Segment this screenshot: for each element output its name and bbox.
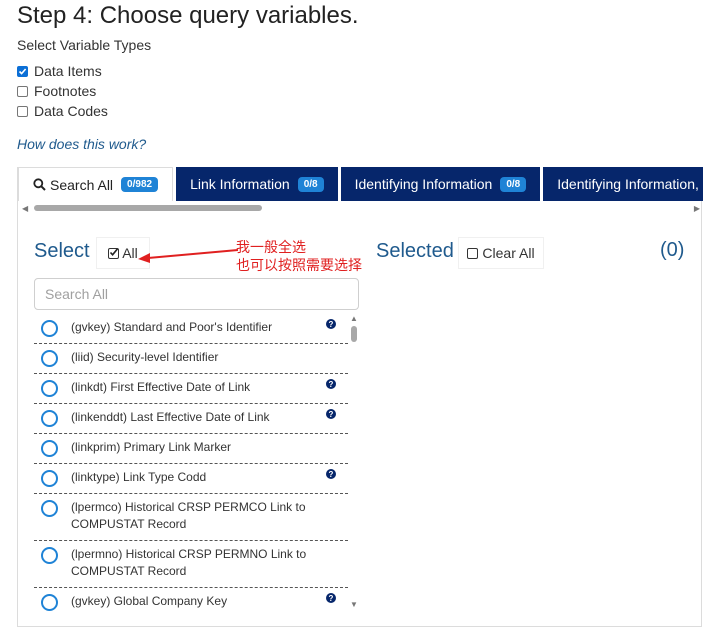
list-item[interactable]: (lpermco) Historical CRSP PERMCO Link to… [34,494,348,541]
clear-all-label: Clear All [482,245,535,261]
tab-identifying-information-badge: 0/8 [500,176,527,192]
data-items-label: Data Items [34,63,102,79]
selected-heading: Selected [376,240,454,262]
tab-search-all-badge: 0/982 [121,177,159,192]
variable-label: (gvkey) Global Company Key [71,594,228,608]
variable-search-input[interactable] [34,278,359,310]
page-title: Step 4: Choose query variables. [17,2,359,29]
tab-link-information[interactable]: Link Information 0/8 [176,167,338,201]
footnotes-label: Footnotes [34,83,97,99]
tab-search-all-label: Search All [50,176,114,193]
scroll-right-icon[interactable]: ▶ [694,204,700,213]
tab-link-information-badge: 0/8 [297,176,324,192]
tab-search-all[interactable]: Search All 0/982 [18,167,174,201]
data-codes-label: Data Codes [34,103,108,119]
list-item[interactable]: (gvkey) Standard and Poor's Identifier ? [34,314,348,344]
check-icon [18,67,27,75]
radio-button[interactable] [41,380,58,397]
tab-link-information-label: Link Information [190,176,290,192]
how-does-this-work-link[interactable]: How does this work? [17,136,146,152]
scroll-down-icon[interactable]: ▼ [350,600,358,609]
variable-type-footnotes[interactable]: Footnotes [17,83,96,99]
vertical-scroll-thumb[interactable] [351,326,357,342]
variable-list: (gvkey) Standard and Poor's Identifier ?… [34,314,348,614]
select-heading: Select [34,240,90,262]
radio-button[interactable] [41,410,58,427]
footnotes-checkbox[interactable] [17,85,28,97]
data-codes-checkbox[interactable] [17,105,28,117]
radio-button[interactable] [41,350,58,367]
tab-strip: Search All 0/982 Link Information 0/8 Id… [18,167,703,203]
tab-identifying-information-label: Identifying Information [354,176,493,192]
checkbox-icon [108,247,120,259]
list-item[interactable]: (lpermno) Historical CRSP PERMNO Link to… [34,541,348,588]
horizontal-scroll-thumb[interactable] [34,205,262,211]
scroll-up-icon[interactable]: ▲ [350,314,358,323]
variable-tabs-panel: Search All 0/982 Link Information 0/8 Id… [17,167,703,627]
help-icon[interactable]: ? [326,593,336,603]
variable-label: (linktype) Link Type Codd [71,470,207,484]
selected-count: (0) [660,239,685,261]
tab-identifying-information[interactable]: Identifying Information 0/8 [340,167,541,201]
annotation-note: 我一般全选 也可以按照需要选择 [236,239,362,275]
radio-button[interactable] [41,594,58,611]
vertical-scrollbar[interactable]: ▲ ▼ [349,314,359,609]
list-item[interactable]: (linkdt) First Effective Date of Link ? [34,374,348,404]
list-item[interactable]: (linkenddt) Last Effective Date of Link … [34,404,348,434]
variable-label: (gvkey) Standard and Poor's Identifier [71,320,273,334]
variable-label: (liid) Security-level Identifier [71,350,219,364]
variable-label: (linkprim) Primary Link Marker [71,440,232,454]
variable-label: (lpermno) Historical CRSP PERMNO Link to… [71,547,307,578]
clear-all-button[interactable]: Clear All [458,237,544,269]
tab-identifying-information-co-label: Identifying Information, co [557,176,703,192]
data-items-checkbox[interactable] [17,65,28,77]
annotation-line-1: 我一般全选 [236,240,306,256]
variable-label: (lpermco) Historical CRSP PERMCO Link to… [71,500,306,531]
help-icon[interactable]: ? [326,469,336,479]
checkbox-icon [467,247,479,259]
list-item[interactable]: (liid) Security-level Identifier [34,344,348,374]
radio-button[interactable] [41,500,58,517]
annotation-line-2: 也可以按照需要选择 [236,258,362,274]
annotation-arrow-icon [138,249,239,263]
horizontal-scrollbar[interactable]: ◀ ▶ [18,203,703,213]
variable-label: (linkdt) First Effective Date of Link [71,380,251,394]
variable-type-data-items[interactable]: Data Items [17,63,102,79]
variable-label: (linkenddt) Last Effective Date of Link [71,410,270,424]
horizontal-scroll-track[interactable] [32,205,694,211]
variable-type-data-codes[interactable]: Data Codes [17,103,108,119]
help-icon[interactable]: ? [326,379,336,389]
list-item[interactable]: (linktype) Link Type Codd ? [34,464,348,494]
scroll-left-icon[interactable]: ◀ [22,204,28,213]
search-icon [33,178,46,191]
radio-button[interactable] [41,320,58,337]
help-icon[interactable]: ? [326,409,336,419]
radio-button[interactable] [41,470,58,487]
radio-button[interactable] [41,440,58,457]
radio-button[interactable] [41,547,58,564]
variable-types-heading: Select Variable Types [17,37,152,53]
list-item[interactable]: (linkprim) Primary Link Marker [34,434,348,464]
tab-identifying-information-co[interactable]: Identifying Information, co [543,167,703,201]
help-icon[interactable]: ? [326,319,336,329]
list-item[interactable]: (gvkey) Global Company Key ? [34,588,348,614]
check-icon [110,247,119,256]
